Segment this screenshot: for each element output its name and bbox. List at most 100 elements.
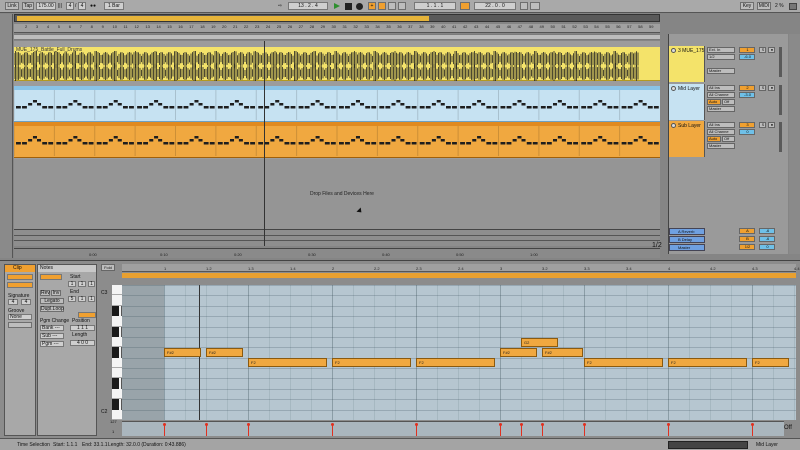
piano-key-black[interactable] — [112, 326, 119, 337]
monitor-select[interactable]: Master — [707, 143, 735, 149]
time-ruler[interactable]: 0:00 0:10 0:20 0:30 0:40 0:50 1:00 — [14, 248, 660, 258]
clip-color-field[interactable] — [7, 282, 33, 288]
dupl-loop-button[interactable]: Dupl.Loop — [40, 306, 64, 312]
monitor-auto-button[interactable]: Auto — [707, 136, 721, 142]
off-label[interactable]: Off — [784, 425, 792, 431]
stop-button[interactable] — [345, 3, 352, 10]
velocity-handle[interactable] — [331, 423, 334, 426]
track-activator[interactable] — [671, 123, 676, 128]
length-field[interactable]: 4 0 0 — [70, 340, 95, 346]
return-name-bar[interactable]: Master — [669, 244, 705, 251]
record-button[interactable] — [356, 3, 363, 10]
input-type-select[interactable]: All Ins — [707, 122, 735, 128]
monitor-select[interactable]: Master — [707, 68, 735, 74]
piano-key-black[interactable] — [112, 305, 119, 317]
return-volume[interactable]: 0 — [759, 244, 775, 250]
track-activator[interactable] — [671, 48, 676, 53]
drop-area[interactable]: Drop Files and Devices Here — [14, 159, 660, 229]
input-channel-select[interactable]: 1/2 — [707, 54, 735, 60]
overview-mini-map[interactable] — [668, 441, 748, 449]
commit-button[interactable] — [8, 322, 32, 328]
start-sixteenth[interactable]: 1 — [88, 281, 95, 287]
solo-button[interactable]: S — [759, 122, 766, 128]
input-channel-select[interactable]: All Channe — [707, 92, 735, 98]
piano-roll-ruler[interactable]: 1 1.2 1.3 1.4 2 2.2 2.3 2.4 3 3.2 3.3 3.4 4 4.2 4.3 4.4 — [122, 264, 800, 272]
start-beat[interactable]: 1 — [78, 281, 86, 287]
quantization-select[interactable]: 1 Bar — [104, 2, 124, 10]
loop-switch[interactable] — [460, 2, 470, 10]
track-name[interactable]: Mid Layer — [678, 86, 700, 92]
song-position[interactable]: 13 . 2 . 4 — [288, 2, 328, 10]
capture-button[interactable] — [388, 2, 396, 10]
sub-field[interactable]: Sub --- — [40, 333, 64, 339]
piano-key-black[interactable] — [112, 378, 119, 389]
track-number-button[interactable]: 2 — [739, 85, 755, 91]
velocity-lane[interactable] — [122, 421, 784, 436]
piano-key-black[interactable] — [112, 347, 119, 358]
piano-key-white[interactable] — [112, 368, 122, 379]
midi-note[interactable]: F#2 — [542, 348, 583, 357]
metronome-icon[interactable]: ●● — [90, 3, 96, 9]
track-number-button[interactable]: 1 — [739, 47, 755, 53]
overdub-button[interactable]: + — [368, 2, 376, 10]
velocity-handle[interactable] — [163, 423, 166, 426]
loop-length-field[interactable]: 22 . 0 . 0 — [474, 2, 516, 10]
end-sixteenth[interactable]: 1 — [88, 296, 95, 302]
midi-note[interactable]: F#2 — [206, 348, 243, 357]
piano-key-white[interactable] — [112, 336, 122, 348]
track-number-button[interactable]: 3 — [739, 122, 755, 128]
midi-note[interactable]: F#2 — [500, 348, 537, 357]
automation-arm-button[interactable] — [378, 2, 386, 10]
velocity-handle[interactable] — [415, 423, 418, 426]
midi-note[interactable]: F2 — [248, 358, 327, 367]
arm-button[interactable]: ● — [768, 47, 775, 53]
input-type-select[interactable]: Ext. In — [707, 47, 735, 53]
monitor-off-button[interactable]: Off — [722, 136, 735, 142]
clip-mid-layer[interactable] — [14, 86, 660, 122]
track-name[interactable]: 3 MUE_175 — [678, 48, 704, 54]
arm-button[interactable]: ● — [768, 122, 775, 128]
draw-mode-button[interactable] — [520, 2, 528, 10]
return-name-bar[interactable]: A Reverb — [669, 228, 705, 235]
midi-note[interactable]: F2 — [668, 358, 747, 367]
loop-brace[interactable] — [14, 34, 660, 40]
end-beat[interactable]: 1 — [78, 296, 86, 302]
piano-key-white[interactable] — [112, 295, 122, 306]
piano-key-white[interactable] — [112, 388, 122, 400]
beat-time-ruler[interactable]: 2 3 4 5 6 7 8 9 10 11 12 13 14 15 16 17 18 19 20 21 22 23 24 25… — [14, 24, 660, 33]
session-record-button[interactable] — [398, 2, 406, 10]
legato-button[interactable]: Legato — [40, 298, 64, 304]
solo-button[interactable]: S — [759, 47, 766, 53]
clip-name-field[interactable] — [7, 274, 33, 280]
midi-note[interactable]: F2 — [332, 358, 411, 367]
midi-note[interactable]: F2 — [584, 358, 663, 367]
zoom-label[interactable]: 1/2 — [652, 242, 662, 249]
return-volume[interactable]: -6 — [759, 236, 775, 242]
piano-key-white[interactable] — [112, 357, 122, 369]
play-button[interactable] — [334, 3, 340, 9]
nudge-icon[interactable]: ||| — [58, 3, 62, 9]
monitor-select[interactable]: Master — [707, 106, 735, 112]
input-type-select[interactable]: All Ins — [707, 85, 735, 91]
return-number[interactable]: 1/2 — [739, 244, 755, 250]
velocity-handle[interactable] — [247, 423, 250, 426]
piano-key-white[interactable] — [112, 285, 122, 296]
velocity-handle[interactable] — [499, 423, 502, 426]
track-name[interactable]: Sub Layer — [678, 123, 701, 129]
arm-button[interactable]: ● — [768, 85, 775, 91]
link-button[interactable]: Link — [5, 2, 19, 10]
solo-button[interactable]: S — [759, 85, 766, 91]
tempo-field[interactable]: 175.00 — [36, 2, 56, 10]
signature-numerator[interactable]: 4 — [66, 2, 74, 10]
piano-roll-loop-brace[interactable] — [122, 273, 796, 278]
bank-field[interactable]: Bank --- — [40, 325, 64, 331]
velocity-handle[interactable] — [751, 423, 754, 426]
note-range-field[interactable] — [40, 274, 62, 280]
pgm-field[interactable]: Pgm --- — [40, 341, 64, 347]
volume-field[interactable]: -6.0 — [739, 54, 755, 60]
return-number[interactable]: B — [739, 236, 755, 242]
piano-key-white[interactable] — [112, 316, 122, 327]
monitor-auto-button[interactable]: Auto — [707, 99, 721, 105]
midi-note[interactable]: F2 — [416, 358, 495, 367]
volume-field[interactable]: -3.0 — [739, 92, 755, 98]
